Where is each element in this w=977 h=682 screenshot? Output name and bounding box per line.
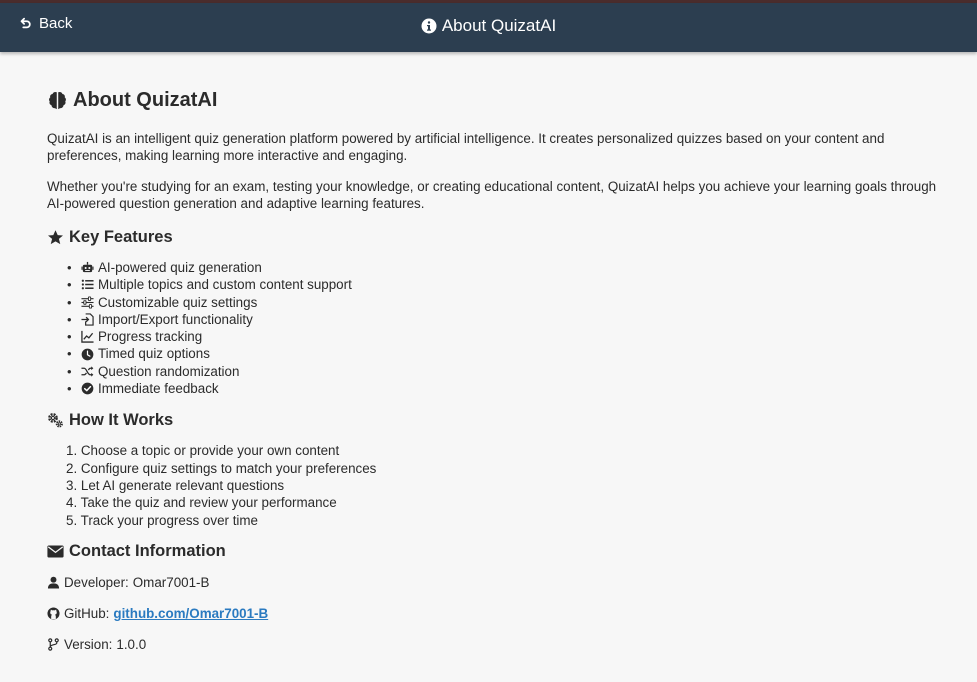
envelope-icon bbox=[47, 545, 64, 558]
feature-label: Import/Export functionality bbox=[98, 311, 253, 327]
features-list: • AI-powered quiz generation • Multiple … bbox=[67, 259, 947, 397]
developer-name: Omar7001-B bbox=[132, 574, 210, 590]
feature-label: AI-powered quiz generation bbox=[98, 260, 262, 275]
how-it-works-heading-text: How It Works bbox=[69, 410, 174, 429]
list-item: • Multiple topics and custom content sup… bbox=[67, 276, 947, 293]
list-item: 5. Track your progress over time bbox=[66, 512, 258, 528]
page-title: About QuizatAI bbox=[47, 84, 947, 116]
gears-icon bbox=[48, 412, 63, 428]
github-label: GitHub: bbox=[64, 605, 110, 621]
feature-label: Progress tracking bbox=[98, 329, 203, 345]
feature-label: Question randomization bbox=[98, 363, 240, 379]
bullet: • bbox=[67, 294, 72, 310]
bullet: • bbox=[67, 346, 72, 362]
robot-icon bbox=[81, 262, 94, 273]
version-row: Version: 1.0.0 bbox=[47, 636, 947, 653]
list-item: • Import/Export functionality bbox=[67, 311, 947, 328]
github-link[interactable]: github.com/Omar7001-B bbox=[113, 606, 268, 621]
shuffle-icon bbox=[81, 366, 94, 377]
page-title-text: About QuizatAI bbox=[73, 88, 218, 111]
bullet: • bbox=[67, 329, 72, 345]
about-content: About QuizatAI QuizatAI is an intelligen… bbox=[47, 84, 947, 667]
feature-label: Immediate feedback bbox=[98, 381, 219, 397]
user-icon bbox=[47, 576, 60, 589]
clock-icon bbox=[81, 348, 94, 360]
star-icon bbox=[48, 229, 63, 244]
contact-heading: Contact Information bbox=[47, 541, 947, 563]
list-item: 2. Configure quiz settings to match your… bbox=[66, 460, 377, 476]
list-item: • Immediate feedback bbox=[67, 380, 947, 397]
developer-label: Developer: bbox=[64, 574, 129, 590]
sliders-icon bbox=[81, 296, 94, 309]
list-item: 1. Choose a topic or provide your own co… bbox=[66, 443, 340, 459]
github-icon bbox=[47, 607, 60, 620]
info-circle-icon bbox=[421, 18, 437, 34]
brain-icon bbox=[49, 91, 66, 109]
list-item: • AI-powered quiz generation bbox=[67, 259, 947, 276]
bullet: • bbox=[67, 381, 72, 397]
github-row: GitHub: github.com/Omar7001-B bbox=[47, 605, 947, 622]
steps-list: 1. Choose a topic or provide your own co… bbox=[66, 442, 947, 528]
list-item: • Timed quiz options bbox=[67, 345, 947, 362]
list-item: • Customizable quiz settings bbox=[67, 294, 947, 311]
intro-paragraph-2: Whether you're studying for an exam, tes… bbox=[47, 179, 937, 211]
version-value: 1.0.0 bbox=[116, 636, 147, 652]
list-item: • Question randomization bbox=[67, 363, 947, 380]
contact-heading-text: Contact Information bbox=[69, 542, 226, 561]
list-item: 3. Let AI generate relevant questions bbox=[66, 477, 285, 493]
feature-label: Multiple topics and custom content suppo… bbox=[98, 277, 352, 293]
version-label: Version: bbox=[64, 636, 113, 652]
intro-paragraph-1: QuizatAI is an intelligent quiz generati… bbox=[47, 131, 885, 163]
header-title: About QuizatAI bbox=[0, 16, 977, 36]
bullet: • bbox=[67, 311, 72, 327]
bullet: • bbox=[67, 277, 72, 293]
key-features-heading: Key Features bbox=[47, 226, 947, 248]
list-item: • Progress tracking bbox=[67, 328, 947, 345]
key-features-heading-text: Key Features bbox=[69, 227, 173, 246]
how-it-works-heading: How It Works bbox=[47, 409, 947, 431]
list-item: 4. Take the quiz and review your perform… bbox=[66, 495, 337, 511]
chart-line-icon bbox=[81, 331, 94, 344]
code-branch-icon bbox=[48, 638, 59, 651]
feature-label: Customizable quiz settings bbox=[98, 294, 258, 310]
check-circle-icon bbox=[81, 382, 94, 395]
list-icon bbox=[81, 280, 94, 290]
bullet: • bbox=[67, 363, 72, 379]
feature-label: Timed quiz options bbox=[98, 346, 210, 362]
bullet: • bbox=[67, 260, 72, 275]
file-import-icon bbox=[81, 313, 94, 326]
developer-row: Developer: Omar7001-B bbox=[47, 574, 947, 591]
header-title-text: About QuizatAI bbox=[441, 16, 557, 35]
app-header: Back About QuizatAI bbox=[0, 3, 977, 52]
